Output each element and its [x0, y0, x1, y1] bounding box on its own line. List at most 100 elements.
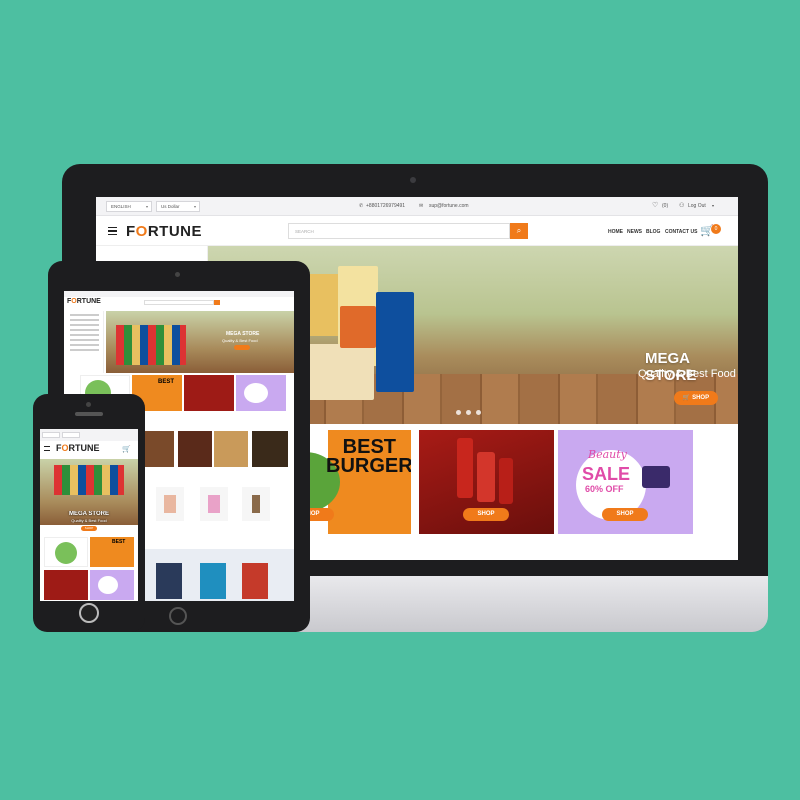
logo-part: RTUNE: [68, 443, 100, 453]
grocery-image: [116, 325, 186, 365]
currency-select[interactable]: Us Dollar ▾: [156, 201, 200, 212]
phone-banner-4[interactable]: [90, 570, 134, 600]
phone-hero-title: MEGA STORE: [68, 511, 109, 517]
product-thumb[interactable]: [252, 431, 288, 467]
product-thumb[interactable]: [214, 431, 248, 467]
tablet-bottom-section: [144, 549, 294, 601]
phone-icon: ✆: [359, 203, 364, 209]
slider-dot[interactable]: [466, 410, 471, 415]
phone-text: +8801726979491: [366, 203, 406, 209]
logo-o: O: [61, 443, 69, 453]
account-link[interactable]: Log Out: [688, 203, 706, 209]
language-select[interactable]: ENGLISH ▾: [106, 201, 152, 212]
tablet-search-button[interactable]: [214, 300, 220, 305]
sale-sub-text: 60% OFF: [585, 484, 624, 494]
menu-icon[interactable]: [108, 227, 117, 235]
logo-part: RTUNE: [147, 223, 203, 240]
tablet-banner-title: BEST: [158, 379, 175, 385]
bottle-image: [499, 458, 513, 504]
cart-icon: 🛒: [682, 395, 693, 401]
hero-shop-label: SHOP: [692, 395, 710, 401]
product-box: [340, 306, 376, 348]
logo-part: RTUNE: [76, 298, 101, 305]
camera-icon: [410, 177, 416, 183]
chevron-down-icon: ▾: [145, 204, 148, 209]
phone-topbar: [40, 429, 138, 441]
slider-dot[interactable]: [456, 410, 461, 415]
sale-top-text: Beauty: [588, 448, 627, 461]
tablet-hero-title: MEGA STORE: [226, 331, 260, 337]
bottle-image: [477, 452, 495, 502]
logo-part: F: [126, 223, 136, 240]
product-card[interactable]: [156, 487, 184, 521]
cream-jar-image: [642, 466, 670, 488]
search-input[interactable]: SEARCH: [288, 223, 510, 239]
phone-hero-button[interactable]: SHOP: [81, 526, 97, 531]
site-header: FORTUNE SEARCH ⌕ HOME NEWS BLOG CONTACT …: [96, 216, 738, 246]
chevron-down-icon: ▾: [712, 203, 715, 208]
user-icon[interactable]: ⚇: [679, 202, 684, 209]
search-button[interactable]: ⌕: [510, 223, 528, 239]
cart-count: 0: [711, 224, 721, 234]
mail-icon: ✉: [419, 203, 424, 209]
camera-icon: [86, 402, 91, 407]
tablet-search[interactable]: [144, 300, 214, 305]
phone-logo[interactable]: FORTUNE: [56, 443, 100, 453]
product-thumb[interactable]: [140, 431, 174, 467]
nav-blog[interactable]: BLOG: [646, 229, 660, 235]
email-text[interactable]: sup@fortune.com: [429, 203, 469, 209]
phone-banner-1[interactable]: [44, 537, 88, 567]
banner-shop-button[interactable]: SHOP: [602, 508, 648, 521]
site-logo[interactable]: FORTUNE: [126, 223, 202, 240]
heart-icon[interactable]: ♡: [652, 201, 658, 209]
cart-icon[interactable]: 🛒: [122, 445, 131, 453]
tablet-topbar: [64, 291, 294, 297]
language-value: ENGLISH: [111, 204, 131, 209]
banner-title-line: BURGER: [326, 455, 411, 477]
menu-icon[interactable]: [44, 446, 50, 451]
search-icon: ⌕: [516, 226, 522, 235]
phone-hero-subtitle: Quality & Best Food: [71, 518, 107, 523]
top-bar: ENGLISH ▾ Us Dollar ▾ ✆ +8801726979491 ✉ s…: [96, 197, 738, 216]
tablet-banner-4[interactable]: [236, 375, 286, 411]
phone-screen: FORTUNE 🛒 MEGA STORE Quality & Best Food…: [40, 429, 138, 601]
chevron-down-icon: ▾: [193, 204, 196, 209]
product-card[interactable]: [200, 487, 228, 521]
tablet-banner-3[interactable]: [184, 375, 234, 411]
nav-contact[interactable]: CONTACT US: [665, 229, 697, 235]
home-button: [79, 603, 99, 623]
product-box: [376, 292, 414, 392]
tablet-sidebar: [66, 311, 104, 373]
camera-icon: [175, 272, 180, 277]
product-thumb[interactable]: [178, 431, 212, 467]
hero-shop-button[interactable]: 🛒 SHOP: [674, 391, 718, 405]
banner-shop-label: SHOP: [616, 511, 634, 517]
tablet-hero-button[interactable]: [234, 345, 250, 350]
tablet-logo: FORTUNE: [67, 298, 101, 305]
banner-shop-button[interactable]: SHOP: [463, 508, 509, 521]
logo-o: O: [135, 223, 148, 240]
tablet-hero-subtitle: Quality & Best Food: [222, 338, 258, 343]
phone-banner-title: BEST: [112, 539, 126, 545]
phone-banner-3[interactable]: [44, 570, 88, 600]
product-card[interactable]: [242, 487, 270, 521]
tablet-hero: MEGA STORE Quality & Best Food: [106, 311, 294, 373]
speaker-grille: [75, 412, 103, 416]
currency-value: Us Dollar: [161, 204, 180, 209]
slider-dot[interactable]: [476, 410, 481, 415]
grocery-image: [54, 465, 124, 495]
banner-cosmetics[interactable]: SHOP: [419, 430, 554, 534]
banner-beauty-sale[interactable]: Beauty SALE 60% OFF SHOP: [558, 430, 693, 534]
banner-burger-title: BEST BURGER: [326, 437, 411, 477]
banner-shop-label: SHOP: [477, 511, 495, 517]
hero-subtitle: Quality & Best Food: [638, 368, 736, 380]
nav-home[interactable]: HOME: [608, 229, 623, 235]
wishlist-count: (0): [662, 203, 669, 209]
nav-news[interactable]: NEWS: [627, 229, 642, 235]
sale-main-text: SALE: [582, 464, 631, 484]
product-box: [304, 344, 374, 400]
bottle-image: [457, 438, 473, 498]
product-box: [308, 274, 342, 336]
home-button: [169, 607, 187, 625]
phone-banner-2[interactable]: BEST: [90, 537, 134, 567]
